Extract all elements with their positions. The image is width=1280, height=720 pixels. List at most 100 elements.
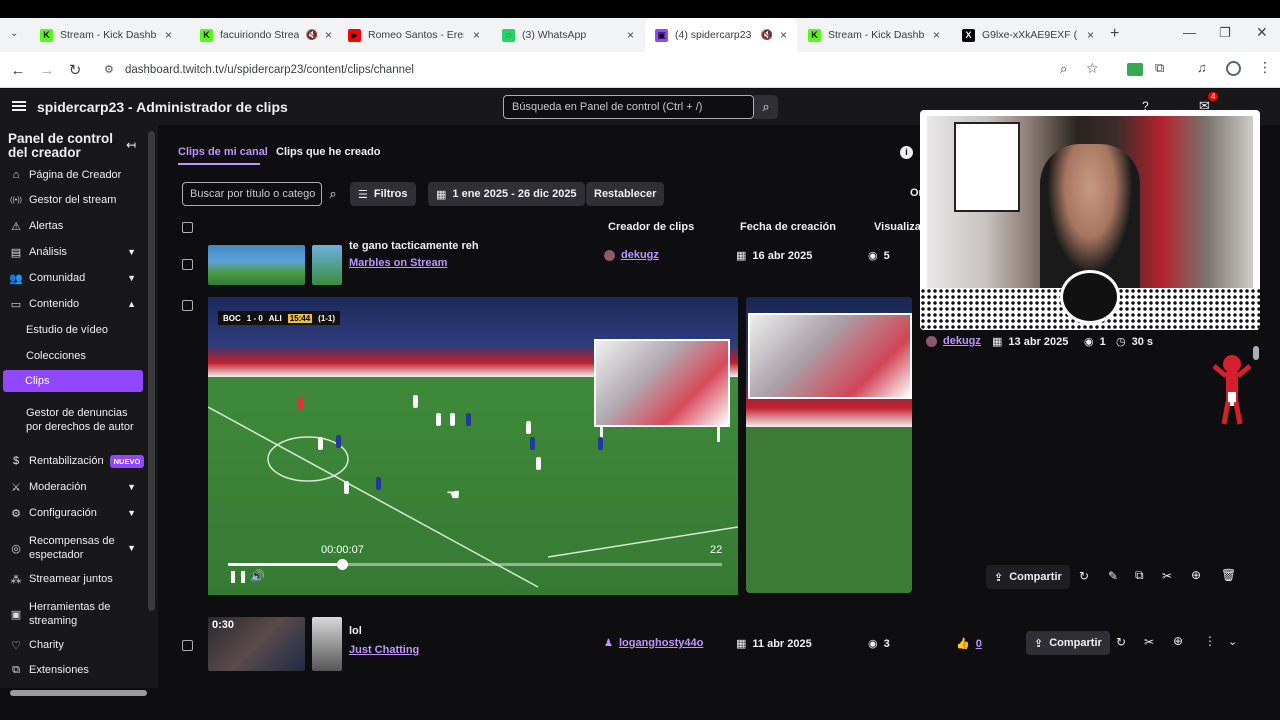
sidebar-item-p-gina-de-creador[interactable]: ⌂ Página de Creador [0,163,148,187]
new-tab-icon[interactable]: + [1110,25,1119,43]
replace-icon[interactable]: ↻ [1079,569,1089,583]
clip-category-link[interactable]: Just Chatting [349,644,419,656]
close-tab-icon[interactable]: × [627,28,634,42]
table-row[interactable]: 0:30 lol Just Chatting ♟ loganghosty44o … [176,615,1256,671]
minimize-icon[interactable]: — [1183,25,1196,40]
clip-title[interactable]: te gano tacticamente reh [349,240,479,252]
column-header-date[interactable]: Fecha de creación [740,221,836,233]
edit-icon[interactable]: ✎ [1108,569,1118,583]
sidebar-item-clips[interactable]: Clips [3,370,143,392]
column-header-views[interactable]: Visualiza [874,221,921,233]
url-field[interactable]: ⚙ dashboard.twitch.tv/u/spidercarp23/con… [100,56,1110,84]
browser-tab[interactable]: ▣ (4) spidercarp23 - 🔇 × [645,18,797,52]
sidebar-item-charity[interactable]: ♡ Charity [0,633,148,657]
tab-my-channel-clips[interactable]: Clips de mi canal [178,146,268,158]
share-button[interactable]: ⇪ Compartir [1026,631,1110,655]
sidebar-item-gestor-de-denuncias-por-derechos-de-autor[interactable]: Gestor de denuncias por derechos de auto… [0,395,148,445]
pause-icon[interactable]: ❚❚ [228,569,248,583]
seek-handle[interactable] [336,559,348,570]
maximize-icon[interactable]: ❐ [1219,25,1231,41]
horizontal-scrollbar[interactable] [10,690,147,696]
browser-menu-icon[interactable]: ⋮ [1258,59,1272,76]
dashboard-search-input[interactable]: Búsqueda en Panel de control (Ctrl + /) [503,95,754,119]
select-all-checkbox[interactable] [182,222,193,233]
media-control-icon[interactable]: ♫ [1197,60,1207,75]
clip-search-input[interactable]: Buscar por título o catego [182,182,322,206]
sidebar-item-extensiones[interactable]: ⧉ Extensiones [0,658,148,682]
sidebar-item-gestor-del-stream[interactable]: ((•)) Gestor del stream [0,188,148,212]
info-icon[interactable]: i [900,146,913,159]
collapse-sidebar-icon[interactable]: ↤ [126,138,136,152]
game-box-art[interactable] [312,617,342,671]
creator-link[interactable]: dekugz [621,249,659,261]
cut-icon[interactable]: ✂ [1162,569,1172,583]
reload-icon[interactable]: ↻ [65,60,85,80]
delete-icon[interactable]: 🗑 [1221,568,1236,582]
row-checkbox[interactable] [182,640,193,651]
tab-clips-i-created[interactable]: Clips que he creado [276,146,381,158]
more-icon[interactable]: ⋮ [1204,634,1216,648]
tab-search-icon[interactable]: ⌄ [10,28,18,39]
extension-badge-icon[interactable] [1127,63,1143,76]
close-tab-icon[interactable]: × [165,28,172,42]
zoom-icon[interactable]: ⌕ [1060,61,1067,77]
close-tab-icon[interactable]: × [325,28,332,42]
sidebar-item-colecciones[interactable]: Colecciones [0,344,148,368]
creator-link[interactable]: loganghosty44o [619,637,703,649]
sidebar-item-alertas[interactable]: ⚠ Alertas [0,214,148,238]
sidebar-item-moderaci-n[interactable]: ⚔ Moderación ▼ [0,475,148,499]
browser-tab[interactable]: ◌ (3) WhatsApp × [492,18,644,52]
volume-icon[interactable]: 🔊 [250,569,265,583]
clip-category-link[interactable]: Marbles on Stream [349,257,447,269]
likes-value[interactable]: 0 [976,638,982,650]
sidebar-item-contenido[interactable]: ▭ Contenido ▲ [0,292,148,316]
close-tab-icon[interactable]: × [933,28,940,42]
clip-search-button[interactable]: ⌕ [322,182,344,206]
clip-preview-thumbnail[interactable] [746,297,912,593]
sidebar-item-herramientas-de-streaming[interactable]: ▣ Herramientas de streaming [0,597,148,631]
open-external-icon[interactable]: ⧉ [1135,568,1144,583]
date-range-button[interactable]: ▦ 1 ene 2025 - 26 dic 2025 [428,182,585,206]
browser-tab[interactable]: K Stream - Kick Dashboard × [798,18,950,52]
clip-title[interactable]: lol [349,625,362,637]
cut-icon[interactable]: ✂ [1144,635,1154,649]
add-icon[interactable]: ⊕ [1191,568,1201,582]
sidebar-item-an-lisis[interactable]: ▤ Análisis ▼ [0,240,148,264]
column-header-creator[interactable]: Creador de clips [608,221,694,233]
browser-tab[interactable]: ▶ Romeo Santos - Eres M × [338,18,490,52]
clip-thumbnail[interactable]: 0:30 [208,617,305,671]
bookmark-star-icon[interactable]: ☆ [1086,60,1099,77]
muted-audio-icon[interactable]: 🔇 [306,30,318,41]
filters-button[interactable]: ☰ Filtros [350,182,416,206]
search-button[interactable]: ⌕ [754,95,778,119]
sidebar-scrollbar[interactable] [148,131,155,611]
forward-icon[interactable]: → [37,60,57,80]
row-checkbox[interactable] [182,259,193,270]
sidebar-item-recompensas-de-espectador[interactable]: ◎ Recompensas de espectador ▼ [0,531,148,565]
extensions-icon[interactable]: ⧉ [1155,60,1164,76]
back-icon[interactable]: ← [8,60,28,80]
muted-audio-icon[interactable]: 🔇 [761,30,773,41]
browser-tab[interactable]: K Stream - Kick Dashboard × [30,18,182,52]
seek-bar[interactable] [228,559,722,570]
page-scrollbar[interactable] [1253,346,1259,360]
game-box-art[interactable] [312,245,342,285]
sidebar-item-configuraci-n[interactable]: ⚙ Configuración ▼ [0,501,148,525]
creator-link[interactable]: dekugz [943,335,981,347]
menu-icon[interactable] [11,98,27,114]
browser-tab[interactable]: X G9lxe-xXkAE9EXF (102 × [952,18,1104,52]
row-checkbox[interactable] [182,300,193,311]
browser-tab[interactable]: Kfacuiriondo Stream 🔇 × [190,18,342,52]
sidebar-item-comunidad[interactable]: 👥 Comunidad ▼ [0,266,148,290]
sidebar-item-rentabilizaci-n[interactable]: $ Rentabilización NUEVO [0,449,148,473]
share-button[interactable]: ⇪ Compartir [986,565,1070,589]
sidebar-item-estudio-de-v-deo[interactable]: Estudio de vídeo [0,318,148,342]
clip-video-player[interactable]: BOC 1 - 0 ALI 15:44 (1-1) 00:00:07 22 ❚❚… [208,297,738,595]
close-window-icon[interactable]: ✕ [1256,24,1268,41]
add-icon[interactable]: ⊕ [1173,634,1183,648]
reset-button[interactable]: Restablecer [586,182,665,206]
close-tab-icon[interactable]: × [780,28,787,42]
replace-icon[interactable]: ↻ [1116,635,1126,649]
sidebar-item-streamear-juntos[interactable]: ⁂ Streamear juntos [0,567,148,591]
expand-chevron-icon[interactable]: ⌄ [1228,635,1237,648]
